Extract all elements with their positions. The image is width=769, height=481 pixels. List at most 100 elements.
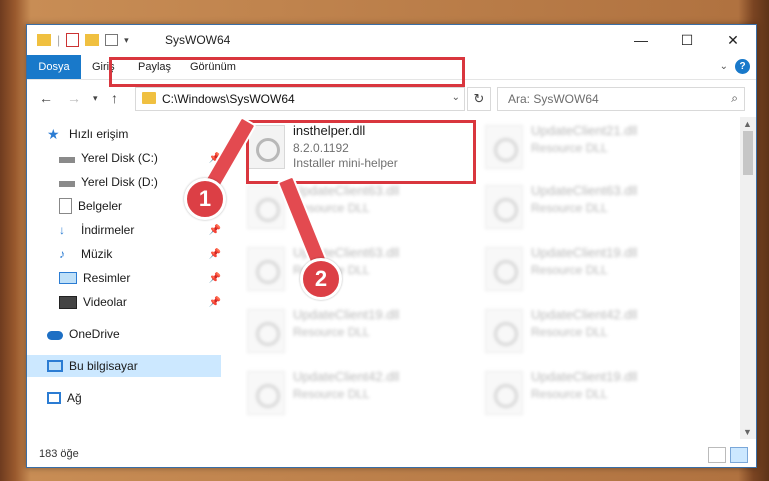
pin-icon[interactable]: 📌 <box>209 249 221 260</box>
sidebar-item-videos[interactable]: Videolar 📌 <box>59 291 223 313</box>
address-path[interactable]: C:\Windows\SysWOW64 <box>162 92 295 106</box>
sidebar-item-quick-access[interactable]: ★ Hızlı erişim <box>47 123 223 145</box>
window-title: SysWOW64 <box>165 33 231 47</box>
cloud-icon <box>47 331 63 340</box>
folder-icon <box>142 92 156 104</box>
dll-file-icon <box>485 247 523 291</box>
file-tile[interactable]: UpdateClient63.dll Resource DLL <box>483 179 713 233</box>
download-icon: ↓ <box>59 223 65 237</box>
pin-icon[interactable]: 📌 <box>209 225 221 236</box>
file-name: UpdateClient19.dll <box>531 245 638 260</box>
file-description: Resource DLL <box>293 387 370 401</box>
customize-icon[interactable] <box>105 34 119 46</box>
vertical-scrollbar[interactable]: ▲ ▼ <box>740 117 756 439</box>
sidebar-item-label: Yerel Disk (C:) <box>81 151 158 165</box>
chevron-down-icon[interactable]: ▾ <box>124 35 129 46</box>
sidebar-item-label: Resimler <box>83 271 131 285</box>
sidebar-item-label: Müzik <box>81 247 113 261</box>
sidebar-item-label: Yerel Disk (D:) <box>81 175 158 189</box>
separator: | <box>57 33 61 47</box>
sidebar-item-label: Bu bilgisayar <box>69 359 138 373</box>
file-tile[interactable]: UpdateClient63.dll Resource DLL <box>245 241 475 295</box>
sidebar-item-this-pc[interactable]: Bu bilgisayar <box>27 355 221 377</box>
maximize-button[interactable]: ☐ <box>664 25 710 55</box>
file-description: Resource DLL <box>531 263 608 277</box>
view-switcher <box>708 447 748 463</box>
item-count: 183 öğe <box>39 448 79 460</box>
scroll-up-icon[interactable]: ▲ <box>743 119 752 129</box>
file-name: UpdateClient63.dll <box>531 183 638 198</box>
navigation-pane: ★ Hızlı erişim Yerel Disk (C:) 📌 Yerel D… <box>27 117 223 443</box>
search-icon[interactable]: ⌕ <box>731 91 738 106</box>
document-icon <box>59 198 72 214</box>
file-tile[interactable]: UpdateClient42.dll Resource DLL <box>245 365 475 419</box>
dll-file-icon <box>247 185 285 229</box>
minimize-button[interactable]: — <box>618 25 664 55</box>
search-box[interactable]: Ara: SysWOW64 ⌕ <box>497 87 745 111</box>
file-description: Resource DLL <box>531 325 608 339</box>
chevron-down-icon[interactable]: ▾ <box>93 93 98 104</box>
tab-file[interactable]: Dosya <box>27 55 81 79</box>
forward-arrow-icon[interactable]: → <box>67 90 81 106</box>
file-description: Resource DLL <box>531 141 608 155</box>
pictures-icon <box>59 272 77 284</box>
status-bar: 183 öğe <box>27 443 756 467</box>
file-name: UpdateClient42.dll <box>293 369 400 384</box>
help-button[interactable]: ? <box>735 59 750 74</box>
quick-access-toolbar: | ▾ <box>37 33 129 47</box>
explorer-window: | ▾ SysWOW64 — ☐ ✕ Dosya Giriş Paylaş Gö… <box>26 24 757 468</box>
address-bar[interactable]: C:\Windows\SysWOW64 ⌄ <box>135 87 465 111</box>
file-description: Resource DLL <box>531 201 608 215</box>
file-name: UpdateClient19.dll <box>531 369 638 384</box>
network-icon <box>47 392 61 404</box>
file-tile[interactable]: UpdateClient19.dll Resource DLL <box>483 365 713 419</box>
dll-file-icon <box>485 371 523 415</box>
close-button[interactable]: ✕ <box>710 25 756 55</box>
sidebar-item-label: İndirmeler <box>81 223 135 237</box>
file-description: Resource DLL <box>293 325 370 339</box>
file-name: UpdateClient21.dll <box>531 123 638 138</box>
chevron-down-icon[interactable]: ⌄ <box>452 92 460 103</box>
scroll-thumb[interactable] <box>743 131 753 175</box>
file-tile[interactable]: UpdateClient19.dll Resource DLL <box>245 303 475 357</box>
drive-icon <box>59 157 75 163</box>
dll-file-icon <box>485 125 523 169</box>
chevron-down-icon[interactable]: ⌄ <box>720 61 728 72</box>
sidebar-item-network[interactable]: Ağ <box>47 387 223 409</box>
sidebar-item-downloads[interactable]: ↓ İndirmeler 📌 <box>59 219 223 241</box>
address-highlight <box>109 57 465 87</box>
sidebar-item-pictures[interactable]: Resimler 📌 <box>59 267 223 289</box>
sidebar-item-music[interactable]: ♪ Müzik 📌 <box>59 243 223 265</box>
new-folder-icon[interactable] <box>85 34 100 46</box>
up-arrow-icon[interactable]: ↑ <box>111 90 118 106</box>
callout-badge-1: 1 <box>184 178 226 220</box>
sidebar-item-label: Videolar <box>83 295 127 309</box>
details-view-icon[interactable] <box>708 447 726 463</box>
file-tile[interactable]: UpdateClient42.dll Resource DLL <box>483 303 713 357</box>
folder-icon <box>37 34 51 46</box>
search-input[interactable]: Ara: SysWOW64 <box>508 92 599 106</box>
dll-file-icon <box>247 309 285 353</box>
pin-icon[interactable]: 📌 <box>209 297 221 308</box>
music-icon: ♪ <box>59 247 65 261</box>
sidebar-item-local-disk-c[interactable]: Yerel Disk (C:) 📌 <box>59 147 223 169</box>
sidebar-item-onedrive[interactable]: OneDrive <box>47 323 223 345</box>
scroll-down-icon[interactable]: ▼ <box>743 427 752 437</box>
dll-file-icon <box>247 371 285 415</box>
video-icon <box>59 295 77 309</box>
file-name: UpdateClient19.dll <box>293 307 400 322</box>
file-tile[interactable]: UpdateClient21.dll Resource DLL <box>483 119 713 173</box>
file-description: Resource DLL <box>531 387 608 401</box>
file-tile[interactable]: UpdateClient19.dll Resource DLL <box>483 241 713 295</box>
pin-icon[interactable]: 📌 <box>209 273 221 284</box>
drive-icon <box>59 181 75 187</box>
refresh-button[interactable]: ↻ <box>467 87 491 111</box>
tiles-view-icon[interactable] <box>730 447 748 463</box>
back-arrow-icon[interactable]: ← <box>39 90 53 106</box>
window-controls: — ☐ ✕ <box>618 25 756 55</box>
properties-icon[interactable] <box>66 33 80 47</box>
file-name: UpdateClient42.dll <box>531 307 638 322</box>
dll-file-icon <box>485 309 523 353</box>
sidebar-item-label: Hızlı erişim <box>69 127 129 141</box>
sidebar-item-label: OneDrive <box>69 327 120 341</box>
